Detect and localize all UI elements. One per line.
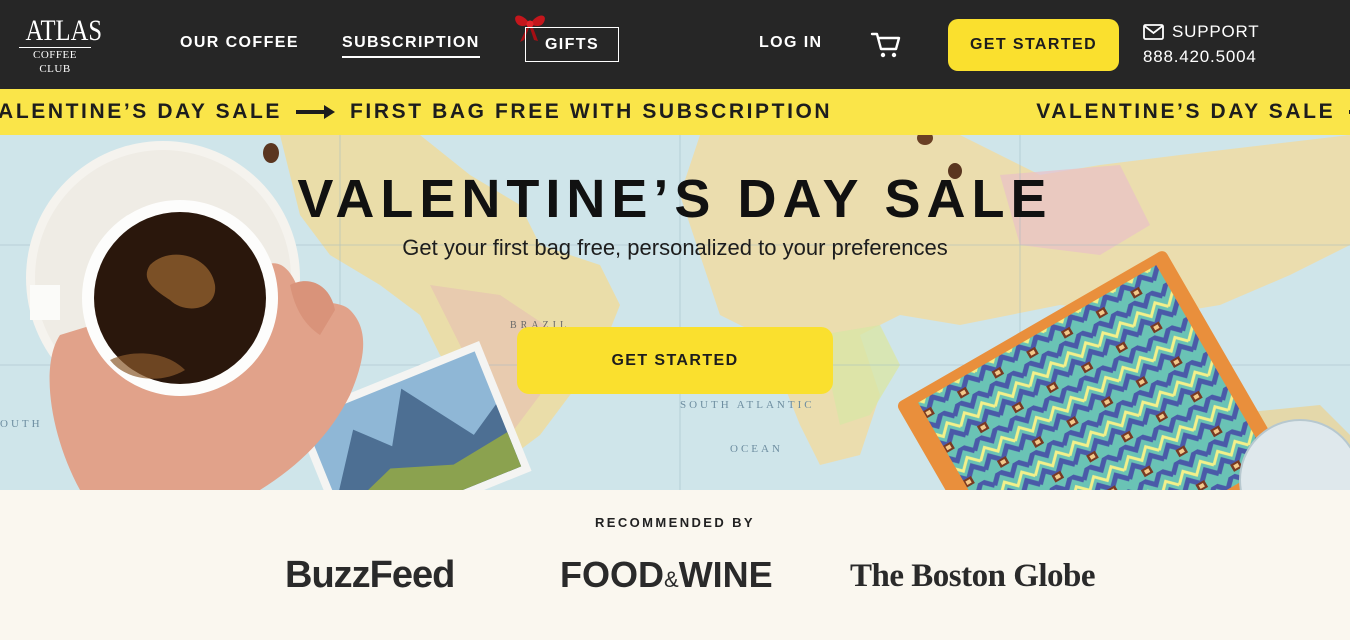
food-wine-amp: & [664,567,679,592]
support-contact[interactable]: SUPPORT 888.420.5004 [1143,22,1259,67]
get-started-button[interactable]: GET STARTED [948,19,1119,71]
boston-globe-logo: The Boston Globe [850,558,1096,594]
recommended-by-label: RECOMMENDED BY [595,515,755,530]
recommended-by-section: RECOMMENDED BY BuzzFeed FOOD&WINE The Bo… [0,490,1350,640]
map-label-south-atlantic: SOUTH ATLANTIC [680,399,815,411]
ticker-track: VALENTINE’S DAY SALE FIRST BAG FREE WITH… [0,89,1350,135]
nav-login[interactable]: LOG IN [759,34,823,52]
support-label: SUPPORT [1172,22,1260,41]
hero-title: VALENTINE’S DAY SALE [297,169,1053,229]
hero-banner: BRAZIL SOUTH ATLANTIC OCEAN OUTH VALENTI… [0,135,1350,490]
buzzfeed-logo: BuzzFeed [285,554,455,596]
hero-get-started-button[interactable]: GET STARTED [517,327,833,394]
ticker-item: VALENTINE’S DAY SALE FIRST BAG FREE WITH… [1036,100,1350,124]
hero-subtitle: Get your first bag free, personalized to… [402,235,948,260]
food-wine-part1: FOOD [560,554,664,595]
site-header: ATLAS COFFEE CLUB OUR COFFEE SUBSCRIPTIO… [0,0,1350,89]
nav-gifts[interactable]: GIFTS [525,27,619,62]
mail-icon [1143,24,1164,40]
support-phone[interactable]: 888.420.5004 [1143,47,1259,67]
ticker-sale-text: VALENTINE’S DAY SALE [0,100,282,123]
map-label-south: OUTH [0,418,43,430]
map-label-ocean: OCEAN [730,443,783,455]
food-and-wine-logo: FOOD&WINE [560,554,773,596]
ticker-sale-text: VALENTINE’S DAY SALE [1036,100,1336,123]
logo-tagline: COFFEE CLUB [19,47,91,76]
ticker-item: VALENTINE’S DAY SALE FIRST BAG FREE WITH… [0,100,832,124]
food-wine-part2: WINE [678,554,773,595]
nav-subscription[interactable]: SUBSCRIPTION [342,34,480,58]
logo-wordmark: ATLAS [25,14,103,47]
arrow-right-icon [296,105,335,119]
nav-our-coffee[interactable]: OUR COFFEE [180,34,299,52]
ticker-offer-text: FIRST BAG FREE WITH SUBSCRIPTION [350,100,833,123]
cart-icon[interactable] [870,30,902,60]
promo-ticker[interactable]: VALENTINE’S DAY SALE FIRST BAG FREE WITH… [0,89,1350,135]
logo[interactable]: ATLAS COFFEE CLUB [19,14,103,76]
